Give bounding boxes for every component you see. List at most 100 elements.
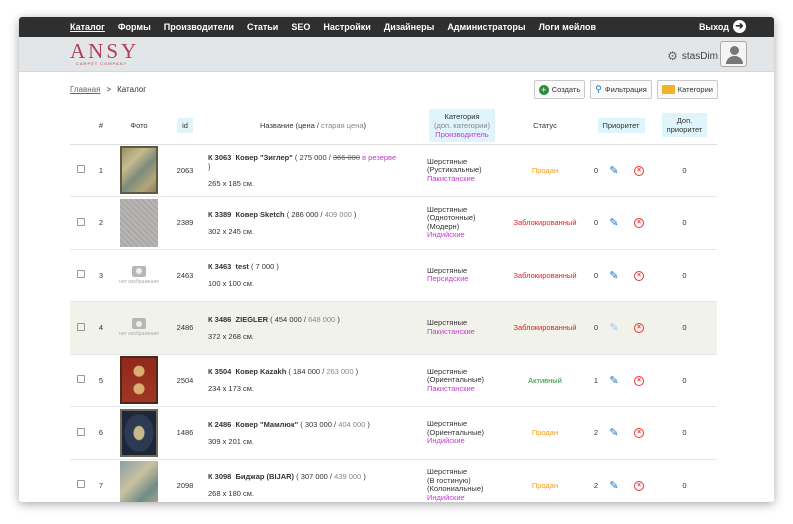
camera-icon [132, 318, 146, 330]
col-priority[interactable]: Приоритет [590, 107, 652, 145]
logout-arrow-icon: ➜ [733, 20, 746, 33]
table-row[interactable]: 2 2389 К 3389 Ковер Sketch ( 286 000 / 4… [70, 196, 717, 250]
delete-icon[interactable]: × [634, 165, 644, 176]
table-row[interactable]: 4 нет изображения 2486 К 3486 ZIEGLER ( … [70, 301, 717, 355]
nav-administrators[interactable]: Администраторы [447, 22, 525, 32]
product-title[interactable]: test [236, 262, 249, 271]
username: stasDim [681, 50, 718, 62]
top-nav: Каталог Формы Производители Статьи SEO Н… [19, 17, 774, 37]
col-id[interactable]: id [168, 107, 202, 145]
product-size: 372 x 268 см. [208, 331, 255, 341]
folder-icon [661, 85, 675, 94]
product-code[interactable]: К 3063 [208, 153, 231, 162]
row-id: 2098 [168, 459, 202, 502]
row-id: 2463 [168, 249, 202, 302]
status-badge: Активный [500, 354, 590, 407]
avatar[interactable] [720, 41, 747, 67]
product-title[interactable]: ZIEGLER [236, 315, 269, 324]
no-image-placeholder: нет изображения [110, 318, 168, 337]
search-icon: ⚲ [595, 84, 602, 94]
product-title[interactable]: Ковер Kazakh [236, 367, 287, 376]
row-checkbox[interactable] [77, 375, 85, 384]
create-label: Создать [551, 85, 581, 94]
delete-icon[interactable]: × [634, 428, 644, 439]
row-name: К 3098 Биджар (BIJAR) ( 307 000 / 439 00… [202, 459, 424, 502]
row-id: 2486 [168, 301, 202, 355]
nav-articles[interactable]: Статьи [247, 22, 278, 32]
no-image-placeholder: нет изображения [110, 265, 168, 285]
status-badge: Продан [500, 459, 590, 502]
row-num: 2 [92, 196, 110, 250]
edit-icon[interactable]: ✎ [609, 427, 618, 439]
nav-designers[interactable]: Дизайнеры [384, 22, 434, 32]
nav-mail-logs[interactable]: Логи мейлов [539, 22, 596, 32]
nav-settings[interactable]: Настройки [323, 22, 370, 32]
table-row[interactable]: 6 1486 К 2486 Ковер "Мамлюк" ( 303 000 /… [70, 406, 717, 460]
carpet-thumbnail[interactable] [120, 356, 158, 405]
logo-subtitle: CARPET COMPANY [76, 61, 128, 66]
price: 307 000 [300, 472, 328, 482]
row-checkbox[interactable] [77, 270, 85, 279]
col-status[interactable]: Статус [500, 107, 590, 145]
carpet-thumbnail[interactable] [120, 198, 158, 247]
breadcrumb-current: Каталог [117, 85, 147, 94]
breadcrumb: Главная > Каталог [70, 85, 146, 94]
col-name[interactable]: Название (цена / старая цена) [202, 107, 424, 145]
row-category: Шерстяные (Ориентальные) Индийские [424, 406, 500, 460]
product-title[interactable]: Ковер "Зиглер" [236, 153, 293, 162]
row-checkbox[interactable] [77, 427, 85, 436]
priority-value: 0 [590, 144, 602, 197]
product-code[interactable]: К 3389 [208, 210, 231, 219]
nav-seo[interactable]: SEO [291, 22, 310, 32]
product-code[interactable]: К 3098 [208, 472, 231, 481]
product-code[interactable]: К 2486 [208, 420, 231, 429]
carpet-thumbnail[interactable] [120, 461, 158, 502]
logout-button[interactable]: Выход ➜ [699, 20, 746, 33]
table-row[interactable]: 3 нет изображения 2463 К 3463 test ( 7 0… [70, 249, 717, 302]
gear-icon[interactable]: ⚙ [667, 49, 678, 63]
old-price: 404 000 [338, 419, 366, 429]
breadcrumb-home[interactable]: Главная [70, 85, 100, 94]
old-price: 263 000 [326, 367, 354, 377]
edit-icon[interactable]: ✎ [609, 217, 618, 229]
table-row[interactable]: 1 2063 К 3063 Ковер "Зиглер" ( 275 000 /… [70, 144, 717, 197]
product-title[interactable]: Ковер "Мамлюк" [236, 420, 299, 429]
product-code[interactable]: К 3504 [208, 367, 231, 376]
product-code[interactable]: К 3463 [208, 262, 231, 271]
nav-manufacturers[interactable]: Производители [164, 22, 234, 32]
user-menu[interactable]: ⚙ stasDim [667, 49, 718, 63]
priority-value: 2 [590, 406, 602, 460]
logo[interactable]: ANSY [70, 41, 139, 62]
edit-icon[interactable]: ✎ [609, 375, 618, 387]
delete-icon[interactable]: × [634, 323, 644, 334]
delete-icon[interactable]: × [634, 480, 644, 491]
delete-icon[interactable]: × [634, 270, 644, 281]
filter-button[interactable]: ⚲ Фильтрация [590, 80, 652, 99]
row-category: Шерстяные (Однотонные) (Модерн) Индийские [424, 196, 500, 250]
delete-icon[interactable]: × [634, 218, 644, 229]
old-price: 439 000 [334, 472, 362, 482]
edit-icon[interactable]: ✎ [609, 270, 618, 282]
table-row[interactable]: 7 2098 К 3098 Биджар (BIJAR) ( 307 000 /… [70, 459, 717, 502]
row-checkbox[interactable] [77, 322, 85, 331]
row-checkbox[interactable] [77, 480, 85, 489]
row-checkbox[interactable] [77, 165, 85, 174]
categories-button[interactable]: Категории [656, 80, 718, 99]
product-code[interactable]: К 3486 [208, 315, 231, 324]
create-button[interactable]: + Создать [533, 80, 586, 99]
col-category[interactable]: Категория (доп. категории) Производитель [424, 107, 500, 145]
row-checkbox[interactable] [77, 217, 85, 226]
delete-icon[interactable]: × [634, 375, 644, 386]
product-title[interactable]: Биджар (BIJAR) [236, 472, 295, 481]
edit-icon[interactable]: ✎ [609, 480, 618, 492]
col-num[interactable]: # [92, 107, 110, 145]
edit-icon[interactable]: ✎ [609, 165, 618, 177]
nav-catalog[interactable]: Каталог [70, 22, 105, 32]
product-title[interactable]: Ковер Sketch [236, 210, 285, 219]
col-extra-priority[interactable]: Доп. приоритет [652, 107, 717, 145]
edit-icon[interactable]: ✎ [609, 322, 618, 334]
nav-forms[interactable]: Формы [118, 22, 151, 32]
carpet-thumbnail[interactable] [120, 408, 158, 457]
table-row[interactable]: 5 2504 К 3504 Ковер Kazakh ( 184 000 / 2… [70, 354, 717, 407]
carpet-thumbnail[interactable] [120, 146, 158, 195]
